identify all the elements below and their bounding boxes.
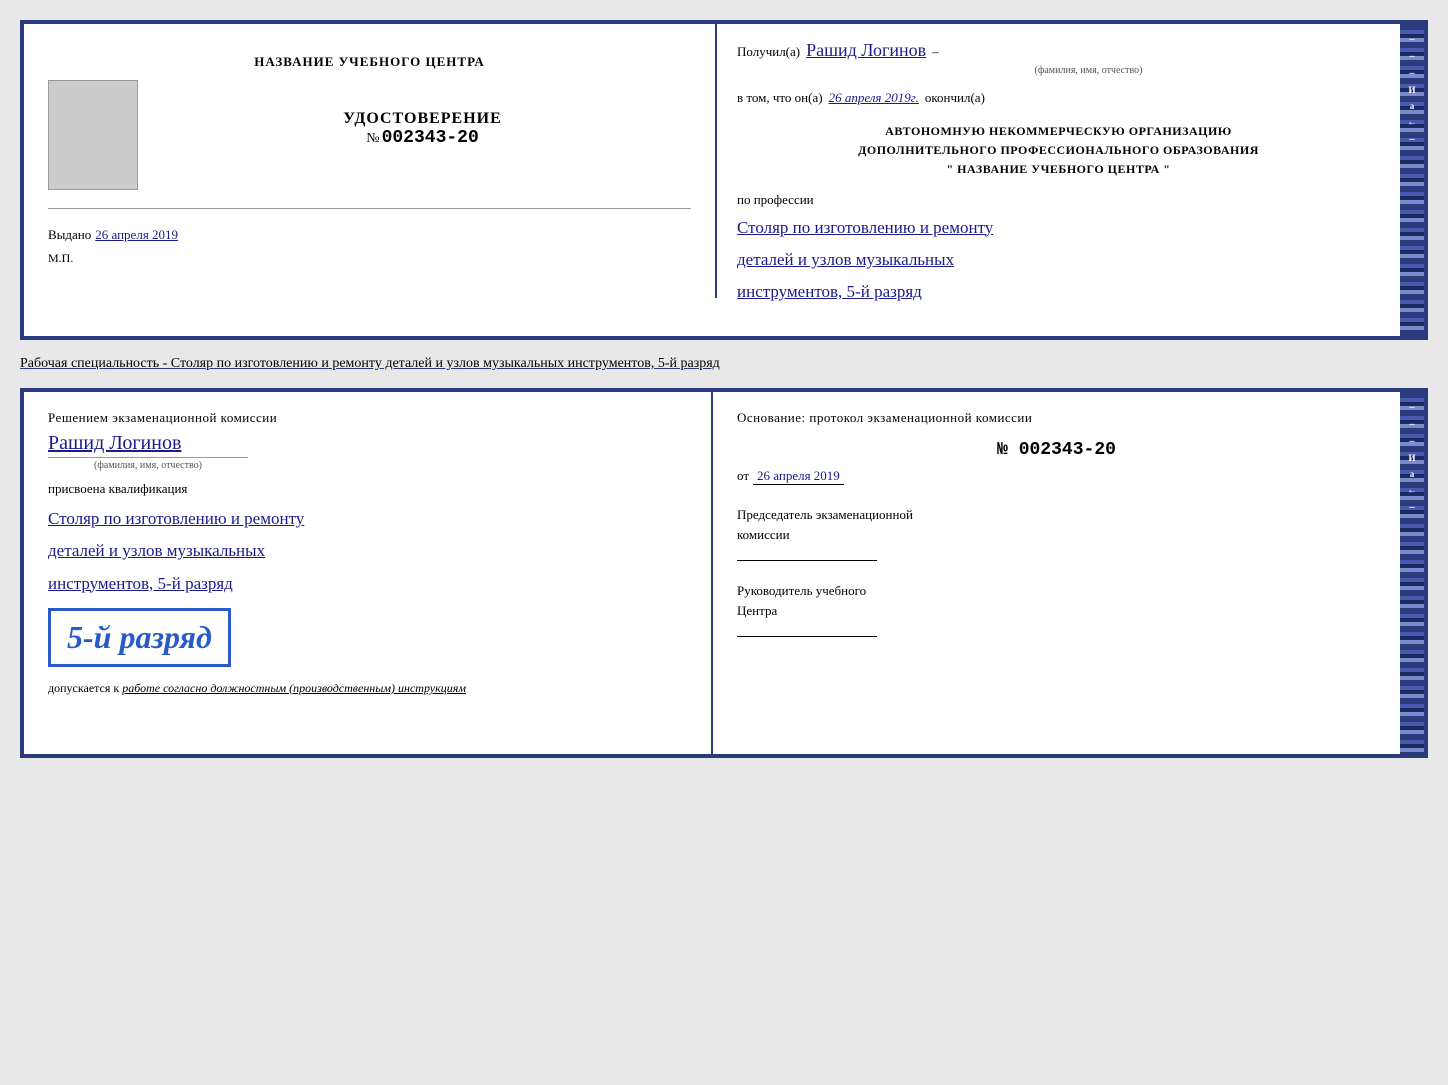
ot-date: 26 апреля 2019 <box>753 468 844 485</box>
cert-number-top: 002343-20 <box>382 128 479 148</box>
bottom-right-panel: Основание: протокол экзаменационной коми… <box>713 392 1400 754</box>
profession-line3: инструментов, 5-й разряд <box>737 276 1380 308</box>
profession-line2: деталей и узлов музыкальных <box>737 244 1380 276</box>
certificate-bottom: Решением экзаменационной комиссии Рашид … <box>20 388 1428 758</box>
rukovoditel-line2: Центра <box>737 601 1376 621</box>
cert-id-block: УДОСТОВЕРЕНИЕ № 002343-20 <box>343 110 502 148</box>
vtom-line: в том, что он(а) 26 апреля 2019г. окончи… <box>737 90 1380 106</box>
vydano-value: 26 апреля 2019 <box>95 227 178 243</box>
protocol-number: № 002343-20 <box>737 440 1376 460</box>
predsedatel-sign-line <box>737 560 877 561</box>
vtom-label: в том, что он(а) <box>737 90 823 106</box>
vydano-label: Выдано <box>48 227 91 243</box>
qual-line3: инструментов, 5-й разряд <box>48 568 687 600</box>
protocol-prefix: № <box>997 440 1008 460</box>
profession-text-top: Столяр по изготовлению и ремонту деталей… <box>737 212 1380 309</box>
profession-line1: Столяр по изготовлению и ремонту <box>737 212 1380 244</box>
dopusk-label: допускается к <box>48 681 119 696</box>
org-block: АВТОНОМНУЮ НЕКОММЕРЧЕСКУЮ ОРГАНИЗАЦИЮ ДО… <box>737 122 1380 180</box>
bottom-left-panel: Решением экзаменационной комиссии Рашид … <box>24 392 713 754</box>
poluchil-name: Рашид Логинов <box>806 40 926 61</box>
poluchil-line: Получил(а) Рашид Логинов – <box>737 40 1380 61</box>
right-edge-top: – – – И а ← – <box>1400 24 1424 336</box>
predsedatel-line1: Председатель экзаменационной <box>737 505 1376 525</box>
prisvoena-text: присвоена квалификация <box>48 481 687 497</box>
ot-line: от 26 апреля 2019 <box>737 468 1376 485</box>
razryad-big: 5-й разряд <box>67 619 212 655</box>
predsedatel-line2: комиссии <box>737 525 1376 545</box>
resheniem-text: Решением экзаменационной комиссии <box>48 410 687 426</box>
bottom-name: Рашид Логинов <box>48 432 687 455</box>
number-prefix-top: № <box>366 131 379 147</box>
org-line3: " НАЗВАНИЕ УЧЕБНОГО ЦЕНТРА " <box>737 160 1380 179</box>
right-edge-bottom: – – – И а ← – <box>1400 392 1424 754</box>
qualification-text: Столяр по изготовлению и ремонту деталей… <box>48 503 687 600</box>
page-wrapper: НАЗВАНИЕ УЧЕБНОГО ЦЕНТРА УДОСТОВЕРЕНИЕ №… <box>20 20 1428 758</box>
qual-line1: Столяр по изготовлению и ремонту <box>48 503 687 535</box>
vydano-line: Выдано 26 апреля 2019 <box>48 227 178 243</box>
qual-line2: деталей и узлов музыкальных <box>48 535 687 567</box>
photo-placeholder <box>48 80 138 190</box>
poluchil-dash: – <box>932 44 939 60</box>
certificate-top: НАЗВАНИЕ УЧЕБНОГО ЦЕНТРА УДОСТОВЕРЕНИЕ №… <box>20 20 1428 340</box>
mp-label: М.П. <box>48 251 73 266</box>
rukovoditel-line1: Руководитель учебного <box>737 581 1376 601</box>
protocol-num: 002343-20 <box>1019 440 1116 460</box>
osnovanie-text: Основание: протокол экзаменационной коми… <box>737 410 1376 426</box>
dopuskaetsya-line: допускается к работе согласно должностны… <box>48 681 687 696</box>
po-professii-top: по профессии <box>737 192 1380 208</box>
rukovoditel-sign-line <box>737 636 877 637</box>
org-line1: АВТОНОМНУЮ НЕКОММЕРЧЕСКУЮ ОРГАНИЗАЦИЮ <box>737 122 1380 141</box>
okonchil-text: окончил(а) <box>925 90 985 106</box>
dopusk-value: работе согласно должностным (производств… <box>122 681 466 696</box>
predsedatel-block: Председатель экзаменационной комиссии <box>737 505 1376 561</box>
vtom-date: 26 апреля 2019г. <box>829 90 919 106</box>
fio-label-top: (фамилия, имя, отчество) <box>797 65 1380 76</box>
school-name-top: НАЗВАНИЕ УЧЕБНОГО ЦЕНТРА <box>48 54 691 70</box>
udostoverenie-label: УДОСТОВЕРЕНИЕ <box>343 110 502 128</box>
ot-label: от <box>737 468 749 484</box>
top-left-panel: НАЗВАНИЕ УЧЕБНОГО ЦЕНТРА УДОСТОВЕРЕНИЕ №… <box>24 24 717 298</box>
top-right-panel: Получил(а) Рашид Логинов – (фамилия, имя… <box>717 24 1400 336</box>
org-line2: ДОПОЛНИТЕЛЬНОГО ПРОФЕССИОНАЛЬНОГО ОБРАЗО… <box>737 141 1380 160</box>
poluchil-label: Получил(а) <box>737 44 800 60</box>
specialty-label: Рабочая специальность - Столяр по изгото… <box>20 352 1428 376</box>
rukovoditel-block: Руководитель учебного Центра <box>737 581 1376 637</box>
razryad-box: 5-й разряд <box>48 608 231 667</box>
fio-sub-bottom: (фамилия, имя, отчество) <box>48 457 248 471</box>
